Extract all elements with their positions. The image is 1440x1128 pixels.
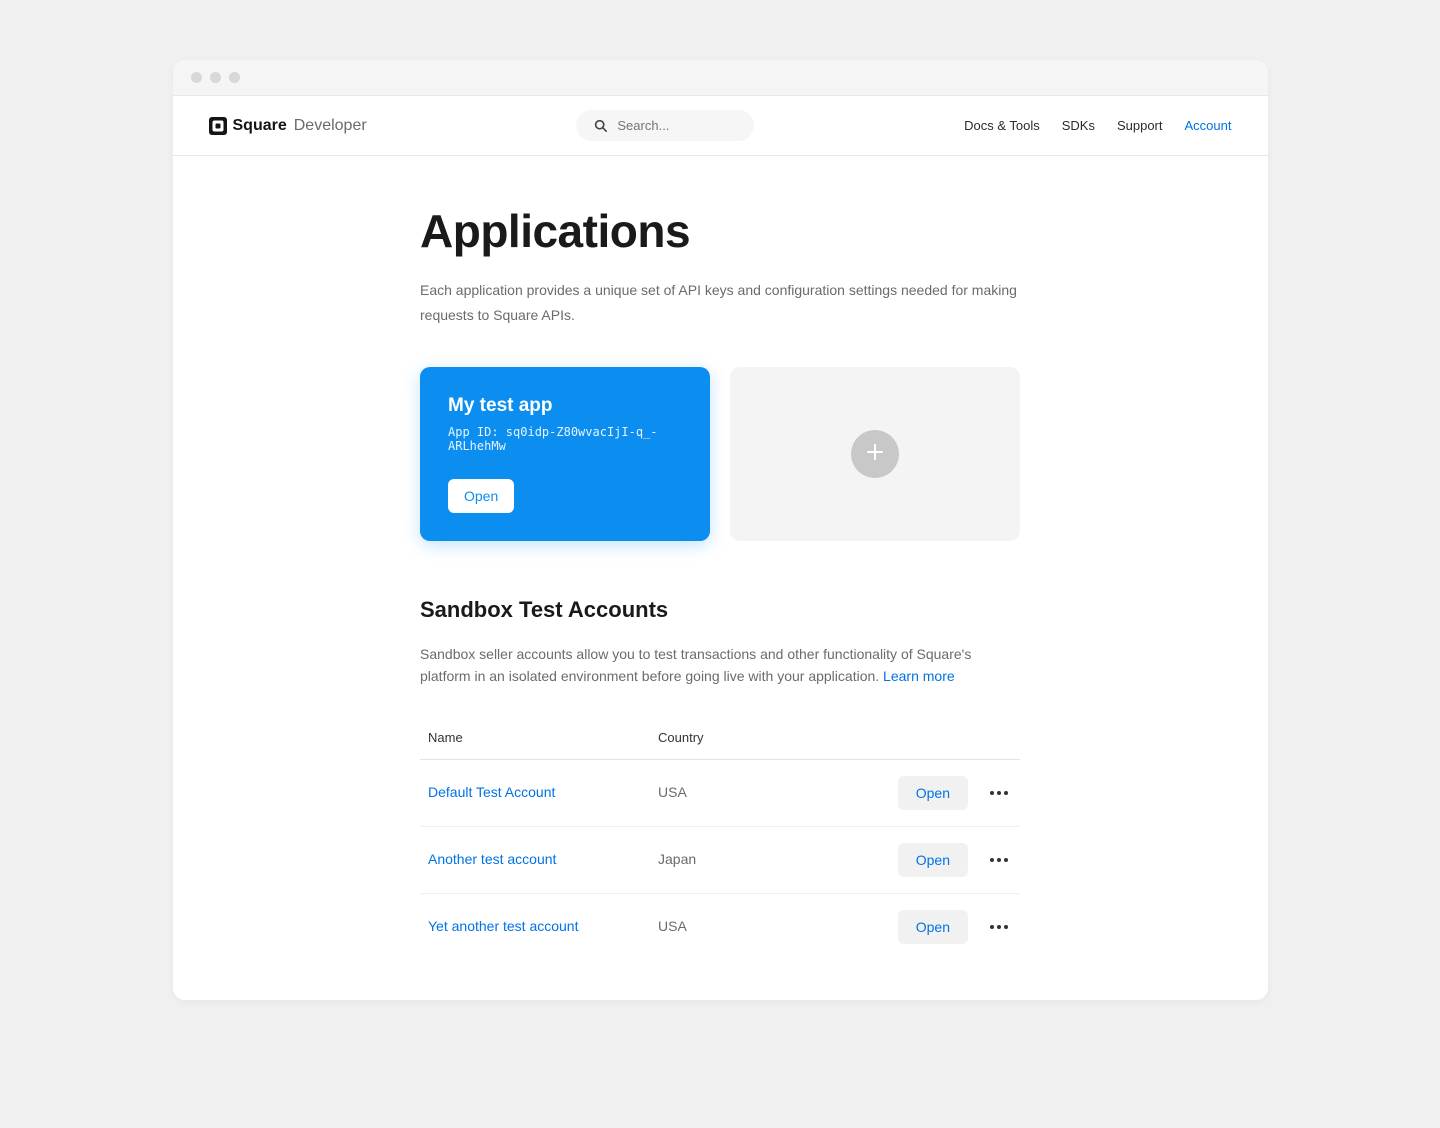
account-open-button[interactable]: Open bbox=[898, 776, 968, 810]
browser-window: Square Developer Docs & Tools SDKs Suppo… bbox=[173, 60, 1268, 1000]
app-card-id: App ID: sq0idp-Z80wvacIjI-q_-ARLhehMw bbox=[448, 425, 682, 453]
sandbox-title: Sandbox Test Accounts bbox=[420, 597, 1020, 623]
nav-support[interactable]: Support bbox=[1117, 118, 1163, 133]
account-country: Japan bbox=[658, 851, 696, 867]
add-app-card[interactable] bbox=[730, 367, 1020, 541]
account-open-button[interactable]: Open bbox=[898, 910, 968, 944]
col-header-country: Country bbox=[658, 730, 858, 745]
table-row: Yet another test account USA Open bbox=[420, 894, 1020, 960]
account-name-link[interactable]: Another test account bbox=[428, 851, 556, 867]
brand[interactable]: Square Developer bbox=[209, 117, 367, 135]
plus-icon bbox=[865, 442, 885, 467]
content: Applications Each application provides a… bbox=[173, 156, 1268, 1000]
table-row: Default Test Account USA Open bbox=[420, 760, 1020, 827]
header-nav: Docs & Tools SDKs Support Account bbox=[964, 118, 1231, 133]
add-circle bbox=[851, 430, 899, 478]
traffic-light-close[interactable] bbox=[191, 72, 202, 83]
app-cards-row: My test app App ID: sq0idp-Z80wvacIjI-q_… bbox=[420, 367, 1020, 541]
traffic-light-minimize[interactable] bbox=[210, 72, 221, 83]
accounts-table: Name Country Default Test Account USA Op… bbox=[420, 716, 1020, 960]
browser-titlebar bbox=[173, 60, 1268, 96]
nav-docs[interactable]: Docs & Tools bbox=[964, 118, 1040, 133]
page-title: Applications bbox=[420, 204, 1020, 258]
table-header-row: Name Country bbox=[420, 716, 1020, 760]
more-icon[interactable] bbox=[986, 921, 1012, 933]
search-wrap bbox=[387, 110, 944, 141]
brand-name: Square bbox=[233, 117, 287, 135]
nav-sdks[interactable]: SDKs bbox=[1062, 118, 1095, 133]
brand-sub: Developer bbox=[294, 117, 367, 135]
learn-more-link[interactable]: Learn more bbox=[883, 668, 955, 684]
header: Square Developer Docs & Tools SDKs Suppo… bbox=[173, 96, 1268, 156]
account-name-link[interactable]: Yet another test account bbox=[428, 918, 578, 934]
app-card[interactable]: My test app App ID: sq0idp-Z80wvacIjI-q_… bbox=[420, 367, 710, 541]
app-card-name: My test app bbox=[448, 395, 682, 417]
app-open-button[interactable]: Open bbox=[448, 479, 514, 513]
sandbox-description: Sandbox seller accounts allow you to tes… bbox=[420, 643, 1020, 688]
account-country: USA bbox=[658, 784, 687, 800]
account-country: USA bbox=[658, 918, 687, 934]
search-box[interactable] bbox=[576, 110, 754, 141]
nav-account[interactable]: Account bbox=[1185, 118, 1232, 133]
square-logo-icon bbox=[209, 117, 227, 135]
search-icon bbox=[594, 119, 607, 132]
account-open-button[interactable]: Open bbox=[898, 843, 968, 877]
search-input[interactable] bbox=[617, 118, 736, 133]
account-name-link[interactable]: Default Test Account bbox=[428, 784, 555, 800]
table-row: Another test account Japan Open bbox=[420, 827, 1020, 894]
traffic-light-zoom[interactable] bbox=[229, 72, 240, 83]
more-icon[interactable] bbox=[986, 854, 1012, 866]
more-icon[interactable] bbox=[986, 787, 1012, 799]
content-inner: Applications Each application provides a… bbox=[420, 204, 1020, 960]
page-description: Each application provides a unique set o… bbox=[420, 278, 1020, 327]
col-header-name: Name bbox=[428, 730, 658, 745]
